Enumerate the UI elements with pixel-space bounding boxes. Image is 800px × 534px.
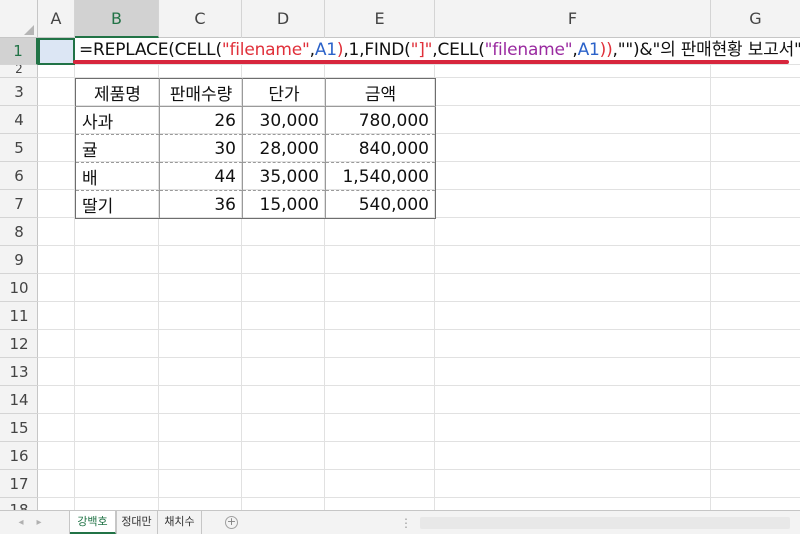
formula-part: "]" bbox=[410, 40, 433, 60]
formula-cell-b1[interactable]: =REPLACE(CELL("filename",A1),1,FIND("]",… bbox=[77, 38, 800, 62]
table-cell[interactable]: 26 bbox=[159, 106, 243, 135]
scroll-tabs-right-icon[interactable]: ▸ bbox=[32, 515, 46, 531]
select-all-button[interactable] bbox=[0, 0, 38, 38]
row-header-16[interactable]: 16 bbox=[0, 442, 38, 470]
row-header-12[interactable]: 12 bbox=[0, 330, 38, 358]
formula-part: "filename" bbox=[484, 40, 573, 60]
row-header-10[interactable]: 10 bbox=[0, 274, 38, 302]
row-header-3[interactable]: 3 bbox=[0, 78, 38, 106]
table-cell[interactable]: 44 bbox=[159, 162, 243, 191]
add-sheet-icon[interactable]: + bbox=[225, 516, 238, 529]
header-cell[interactable]: 판매수량 bbox=[159, 78, 243, 107]
select-all-icon bbox=[24, 25, 34, 35]
header-cell[interactable]: 단가 bbox=[242, 78, 326, 107]
table-row: 귤 30 28,000 840,000 bbox=[75, 134, 436, 163]
table-cell[interactable]: 딸기 bbox=[75, 190, 160, 219]
row-header-2[interactable]: 2 bbox=[0, 65, 38, 78]
formula-ref: A1 bbox=[314, 40, 337, 60]
header-cell[interactable]: 금액 bbox=[325, 78, 436, 107]
scroll-tabs-left-icon[interactable]: ◂ bbox=[14, 515, 28, 531]
table-cell[interactable]: 귤 bbox=[75, 134, 160, 163]
formula-part: )) bbox=[599, 40, 613, 60]
table-row: 사과 26 30,000 780,000 bbox=[75, 106, 436, 135]
row-header-5[interactable]: 5 bbox=[0, 134, 38, 162]
row-header-11[interactable]: 11 bbox=[0, 302, 38, 330]
row-header-8[interactable]: 8 bbox=[0, 218, 38, 246]
column-header-d[interactable]: D bbox=[242, 0, 325, 38]
formula-part: ,CELL( bbox=[432, 40, 485, 60]
column-header-g[interactable]: G bbox=[711, 0, 800, 38]
sheet-tab-2[interactable]: 정대만 bbox=[116, 511, 158, 534]
sheet-tab-bar: ◂ ▸ 강백호 정대만 채치수 + ⋮ bbox=[0, 510, 800, 534]
sheet-tab-3[interactable]: 채치수 bbox=[158, 511, 202, 534]
header-cell[interactable]: 제품명 bbox=[75, 78, 160, 107]
row-header-4[interactable]: 4 bbox=[0, 106, 38, 134]
table-cell[interactable]: 1,540,000 bbox=[325, 162, 436, 191]
formula-part: ,1,FIND( bbox=[343, 40, 411, 60]
table-cell[interactable]: 780,000 bbox=[325, 106, 436, 135]
formula-part: "filename" bbox=[221, 40, 310, 60]
row-header-13[interactable]: 13 bbox=[0, 358, 38, 386]
column-header-row: A B C D E F G bbox=[0, 0, 800, 38]
row-header-14[interactable]: 14 bbox=[0, 386, 38, 414]
row-header-18[interactable]: 18 bbox=[0, 498, 38, 510]
tab-split-handle-icon[interactable]: ⋮ bbox=[400, 516, 412, 530]
formula-part: ,"")&"의 판매현황 보고서" bbox=[612, 40, 800, 60]
row-header-6[interactable]: 6 bbox=[0, 162, 38, 190]
table-row: 배 44 35,000 1,540,000 bbox=[75, 162, 436, 191]
sheet-tab-1[interactable]: 강백호 bbox=[70, 511, 116, 534]
column-header-a[interactable]: A bbox=[38, 0, 75, 38]
table-cell[interactable]: 사과 bbox=[75, 106, 160, 135]
column-header-f[interactable]: F bbox=[435, 0, 711, 38]
sales-table: 제품명 판매수량 단가 금액 사과 26 30,000 780,000 귤 30… bbox=[75, 78, 436, 219]
table-header-row: 제품명 판매수량 단가 금액 bbox=[75, 78, 436, 107]
row-header-7[interactable]: 7 bbox=[0, 190, 38, 218]
table-row: 딸기 36 15,000 540,000 bbox=[75, 190, 436, 219]
column-header-e[interactable]: E bbox=[325, 0, 435, 38]
formula-highlight-underline bbox=[73, 60, 789, 64]
formula-ref: A1 bbox=[577, 40, 600, 60]
column-header-c[interactable]: C bbox=[159, 0, 242, 38]
row-header-17[interactable]: 17 bbox=[0, 470, 38, 498]
spreadsheet[interactable]: A B C D E F G 1 2 3 4 5 6 7 8 9 10 11 12… bbox=[0, 0, 800, 510]
active-cell-a1[interactable] bbox=[38, 38, 75, 65]
table-cell[interactable]: 15,000 bbox=[242, 190, 326, 219]
table-cell[interactable]: 30 bbox=[159, 134, 243, 163]
table-cell[interactable]: 36 bbox=[159, 190, 243, 219]
row-header-15[interactable]: 15 bbox=[0, 414, 38, 442]
table-cell[interactable]: 540,000 bbox=[325, 190, 436, 219]
table-cell[interactable]: 28,000 bbox=[242, 134, 326, 163]
table-cell[interactable]: 30,000 bbox=[242, 106, 326, 135]
row-header-column: 1 2 3 4 5 6 7 8 9 10 11 12 13 14 15 16 1… bbox=[0, 38, 38, 510]
table-cell[interactable]: 35,000 bbox=[242, 162, 326, 191]
column-header-b[interactable]: B bbox=[75, 0, 159, 38]
horizontal-scrollbar[interactable] bbox=[420, 517, 790, 529]
formula-part: =REPLACE(CELL( bbox=[79, 40, 222, 60]
row-header-9[interactable]: 9 bbox=[0, 246, 38, 274]
table-cell[interactable]: 배 bbox=[75, 162, 160, 191]
row-header-1[interactable]: 1 bbox=[0, 38, 38, 65]
table-cell[interactable]: 840,000 bbox=[325, 134, 436, 163]
